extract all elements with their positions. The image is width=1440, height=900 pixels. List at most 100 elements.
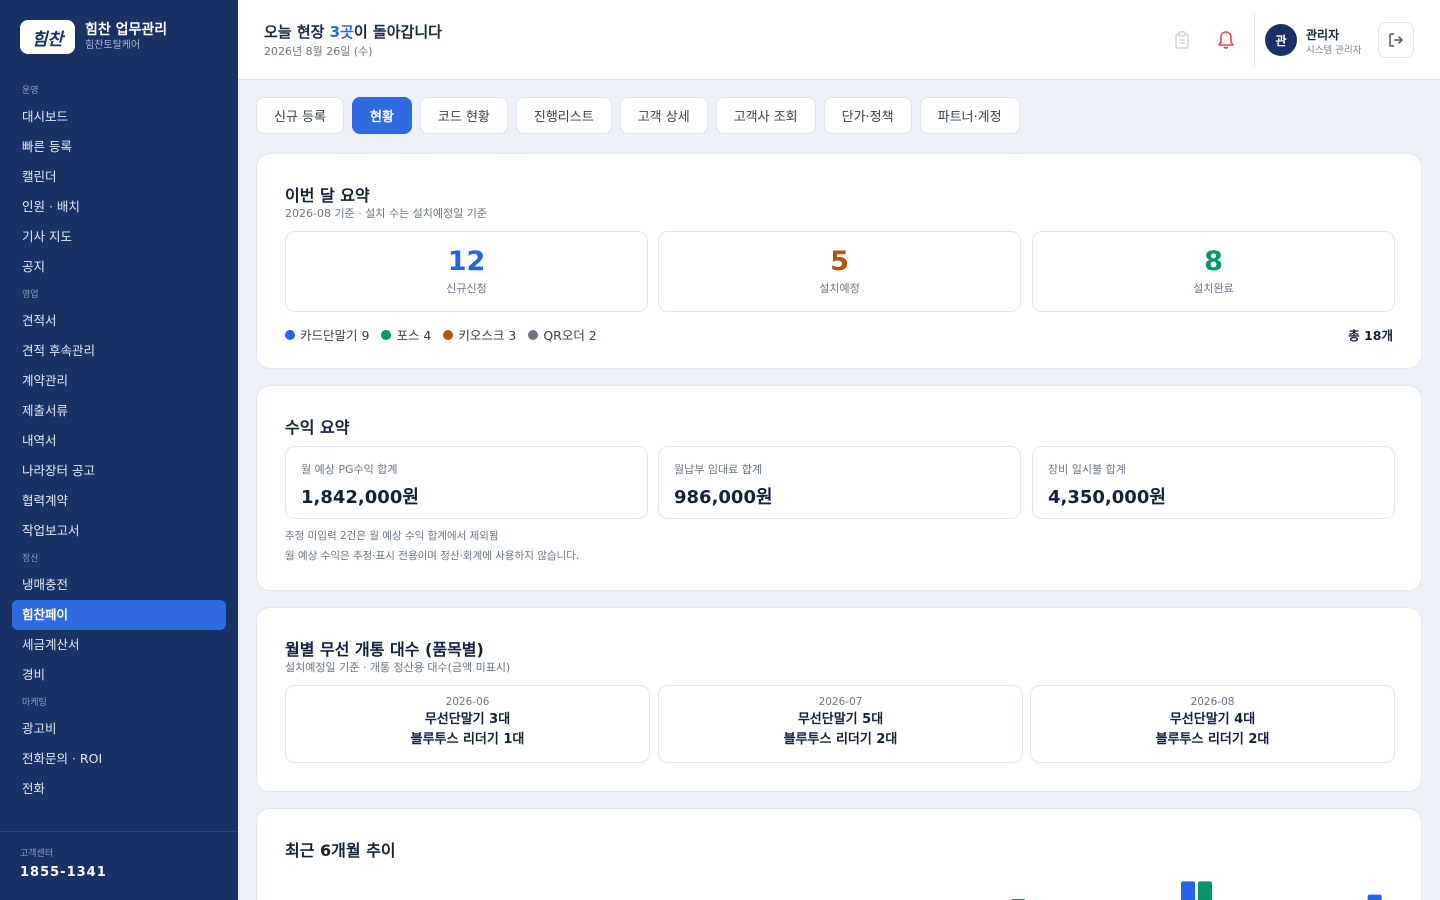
greeting-suffix: 이 돌아갑니다	[353, 23, 442, 41]
user-role: 시스템 관리자	[1306, 45, 1362, 56]
sidebar-item[interactable]: 공지	[12, 252, 226, 282]
greeting-count: 3곳	[329, 23, 354, 41]
legend-item: 키오스크 3	[443, 325, 516, 344]
support-label: 고객센터	[20, 849, 54, 859]
tab[interactable]: 고객사 조회	[715, 97, 816, 134]
month-reader-count: 블루투스 리더기 2대	[1155, 732, 1270, 747]
month-label: 2026-08	[1190, 696, 1235, 708]
revenue-box-pg: 월 예상 PG수익 합계 1,842,000원	[285, 446, 648, 519]
legend-dot-icon	[443, 329, 454, 340]
legend-item: 카드단말기 9	[285, 325, 369, 344]
wireless-activation-card: 월별 무선 개통 대수 (품목별) 설치예정일 기준 · 개통 정산용 대수(금…	[256, 607, 1422, 792]
sidebar-item[interactable]: 경비	[12, 660, 226, 690]
greeting: 오늘 현장 3곳이 돌아갑니다	[264, 21, 442, 42]
sidebar-item[interactable]: 인원 · 배치	[12, 192, 226, 222]
sidebar-item[interactable]: 대시보드	[12, 102, 226, 132]
greeting-prefix: 오늘 현장	[264, 23, 330, 41]
sidebar-item[interactable]: 협력계약	[12, 486, 226, 516]
current-date: 2026년 8월 26일 (수)	[264, 45, 373, 58]
brand-subtitle: 힘찬토탈케어	[85, 40, 141, 51]
sidebar-nav: 운영대시보드 빠른 등록 캘린더 인원 · 배치 기사 지도 공지영업견적서 견적 후속관리…	[12, 78, 226, 804]
revenue-note-1: 추정 미입력 2건은 월 예상 수익 합계에서 제외됨	[285, 530, 499, 542]
legend-dot-icon	[381, 329, 392, 340]
month-terminal-count: 무선단말기 4대	[1169, 712, 1256, 727]
stat-new-applications[interactable]: 12 신규신청	[285, 231, 648, 312]
sidebar-item[interactable]: 기사 지도	[12, 222, 226, 252]
tab[interactable]: 파트너·계정	[919, 97, 1020, 134]
month-terminal-count: 무선단말기 3대	[424, 712, 511, 727]
nav-section-label: 정산	[22, 554, 39, 564]
revenue-box-equipment: 장비 일시불 합계 4,350,000원	[1032, 446, 1395, 519]
tab[interactable]: 현황	[351, 97, 412, 134]
support-phone[interactable]: 1855-1341	[20, 865, 218, 880]
month-terminal-count: 무선단말기 5대	[797, 712, 884, 727]
bell-icon[interactable]	[1214, 28, 1238, 52]
monthly-summary-title: 이번 달 요약	[285, 186, 370, 205]
avatar[interactable]: 관	[1265, 24, 1297, 56]
sidebar-item[interactable]: 견적서	[12, 306, 226, 336]
sidebar: 힘찬 힘찬 업무관리 힘찬토탈케어 운영대시보드 빠른 등록 캘린더 인원 · 배치 기…	[0, 0, 238, 900]
legend-label: QR오더 2	[543, 328, 597, 343]
stat-label: 설치예정	[819, 282, 860, 295]
logout-button[interactable]	[1378, 22, 1414, 58]
wireless-subtitle: 설치예정일 기준 · 개통 정산용 대수(금액 미표시)	[285, 661, 511, 674]
sidebar-item[interactable]: 세금계산서	[12, 630, 226, 660]
revenue-summary-title: 수익 요약	[285, 418, 350, 437]
revenue-value: 4,350,000원	[1048, 487, 1166, 508]
monthly-summary-subtitle: 2026-08 기준 · 설치 수는 설치예정일 기준	[285, 207, 487, 220]
trend-card: 최근 6개월 추이	[256, 808, 1422, 900]
revenue-box-rent: 월납부 임대료 합계 986,000원	[658, 446, 1021, 519]
tab[interactable]: 고객 상세	[619, 97, 708, 134]
sidebar-item[interactable]: 전화	[12, 774, 226, 804]
legend-label: 포스 4	[396, 328, 432, 343]
tab[interactable]: 코드 현황	[419, 97, 508, 134]
sidebar-item[interactable]: 계약관리	[12, 366, 226, 396]
legend-label: 카드단말기 9	[300, 328, 370, 343]
header-divider	[1254, 12, 1255, 68]
sidebar-item[interactable]: 작업보고서	[12, 516, 226, 546]
monthly-summary-card: 이번 달 요약 2026-08 기준 · 설치 수는 설치예정일 기준 12 신…	[256, 153, 1422, 369]
product-legend: 카드단말기 9 포스 4 키오스크 3 QR오더 2	[285, 325, 597, 344]
nav-section-label: 영업	[22, 290, 39, 300]
stat-value: 12	[447, 246, 486, 277]
sidebar-item[interactable]: 냉매충전	[12, 570, 226, 600]
revenue-value: 1,842,000원	[301, 487, 419, 508]
revenue-label: 월납부 임대료 합계	[674, 463, 762, 476]
brand[interactable]: 힘찬 힘찬 업무관리 힘찬토탈케어	[20, 20, 167, 54]
sidebar-footer: 고객센터 1855-1341	[0, 831, 238, 894]
month-reader-count: 블루투스 리더기 1대	[410, 732, 525, 747]
sidebar-item[interactable]: 빠른 등록	[12, 132, 226, 162]
revenue-note-2: 월 예상 수익은 추정·표시 전용이며 정산·회계에 사용하지 않습니다.	[285, 550, 580, 562]
month-box: 2026-07 무선단말기 5대 블루투스 리더기 2대	[658, 685, 1023, 763]
total-count: 총 18개	[1348, 328, 1393, 343]
top-header: 오늘 현장 3곳이 돌아갑니다 2026년 8월 26일 (수) 관 관리자 시…	[238, 0, 1440, 80]
trend-bar[interactable]	[1181, 881, 1195, 900]
sidebar-item[interactable]: 견적 후속관리	[12, 336, 226, 366]
clipboard-icon[interactable]	[1170, 28, 1194, 52]
trend-bar[interactable]	[1198, 881, 1212, 900]
sidebar-item[interactable]: 힘찬페이	[12, 600, 226, 630]
sidebar-item[interactable]: 제출서류	[12, 396, 226, 426]
sidebar-item[interactable]: 광고비	[12, 714, 226, 744]
sidebar-item[interactable]: 나라장터 공고	[12, 456, 226, 486]
sidebar-item[interactable]: 내역서	[12, 426, 226, 456]
tab-bar: 신규 등록 현황 코드 현황 진행리스트 고객 상세 고객사 조회 단가·정책 파트너·계정	[256, 97, 1020, 134]
stat-scheduled[interactable]: 5 설치예정	[658, 231, 1021, 312]
tab[interactable]: 신규 등록	[256, 97, 344, 134]
tab[interactable]: 진행리스트	[515, 97, 612, 134]
trend-chart	[1011, 881, 1382, 900]
stat-label: 설치완료	[1193, 282, 1234, 295]
brand-logo: 힘찬	[20, 20, 75, 54]
trend-title: 최근 6개월 추이	[285, 841, 396, 860]
sidebar-item[interactable]: 전화문의 · ROI	[12, 744, 226, 774]
nav-section-label: 운영	[22, 86, 39, 96]
revenue-summary-card: 수익 요약 월 예상 PG수익 합계 1,842,000원 월납부 임대료 합계…	[256, 385, 1422, 591]
revenue-label: 장비 일시불 합계	[1048, 463, 1126, 476]
stat-value: 5	[830, 246, 849, 277]
trend-bar[interactable]	[1367, 894, 1382, 900]
sidebar-item[interactable]: 캘린더	[12, 162, 226, 192]
stat-completed[interactable]: 8 설치완료	[1032, 231, 1395, 312]
tab[interactable]: 단가·정책	[823, 97, 912, 134]
stat-value: 8	[1204, 246, 1223, 277]
revenue-label: 월 예상 PG수익 합계	[301, 463, 398, 476]
